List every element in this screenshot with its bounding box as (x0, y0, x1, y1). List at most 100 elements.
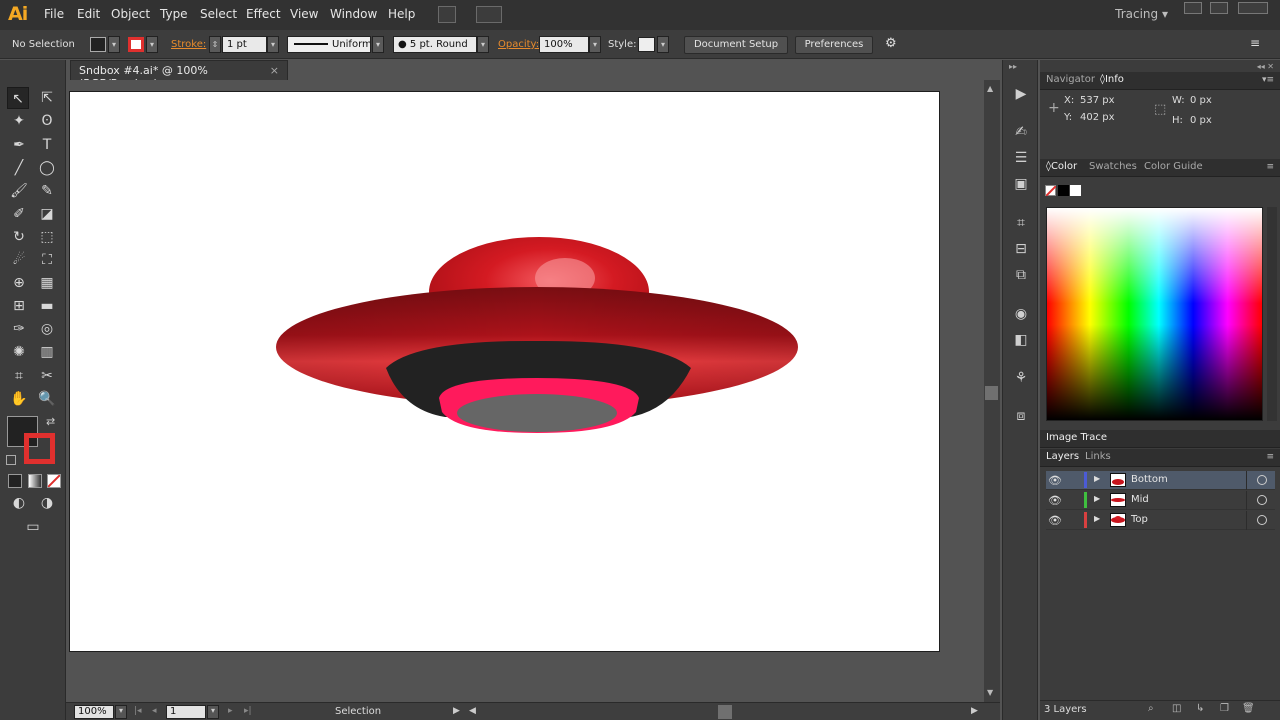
tab-color-guide[interactable]: Color Guide (1144, 161, 1203, 172)
layer-target-icon[interactable] (1257, 495, 1267, 505)
make-clipping-mask-icon[interactable]: ◫ (1172, 703, 1181, 714)
layer-row-mid[interactable]: 👁 ▶ Mid (1046, 491, 1275, 510)
stroke-dropdown[interactable]: ▾ (146, 36, 158, 53)
shape-builder-tool-icon[interactable]: ⊕ (8, 272, 30, 294)
opacity-field[interactable]: 100% (539, 36, 589, 53)
magic-wand-tool-icon[interactable]: ✦ (8, 110, 30, 132)
gradient-tool-icon[interactable]: ▬ (36, 295, 58, 317)
selection-tool-icon[interactable]: ↖ (7, 87, 29, 109)
opacity-label[interactable]: Opacity: (498, 39, 539, 50)
line-tool-icon[interactable]: ╱ (8, 157, 30, 179)
zoom-field[interactable]: 100% (74, 705, 114, 719)
vertical-scrollbar[interactable]: ▲ ▼ (984, 80, 1000, 702)
color-panel-menu-icon[interactable]: ≡ (1266, 162, 1274, 172)
arrange-documents-icon[interactable] (476, 6, 502, 23)
hscroll-right-icon[interactable]: ▶ (971, 706, 978, 716)
preferences-button[interactable]: Preferences (795, 36, 873, 54)
layer-row-bottom[interactable]: 👁 ▶ Bottom (1046, 471, 1275, 490)
graphic-styles-icon[interactable]: ◧ (1011, 330, 1031, 350)
ellipse-tool-icon[interactable]: ◯ (36, 157, 58, 179)
layer-row-top[interactable]: 👁 ▶ Top (1046, 511, 1275, 530)
stroke-panel-icon[interactable]: ☰ (1011, 148, 1031, 168)
default-colors-icon[interactable] (6, 455, 16, 465)
delete-layer-icon[interactable]: 🗑 (1242, 703, 1255, 714)
pencil-tool-icon[interactable]: ✎ (36, 180, 58, 202)
paintbrush-tool-icon[interactable]: 🖌 (8, 180, 30, 202)
scroll-thumb[interactable] (985, 386, 998, 400)
info-panel-menu-icon[interactable]: ▾≡ (1262, 75, 1274, 85)
artboard-number-field[interactable]: 1 (166, 705, 206, 719)
zoom-dropdown[interactable]: ▾ (115, 705, 127, 719)
first-artboard-icon[interactable]: |◂ (134, 706, 142, 716)
maximize-button[interactable] (1210, 2, 1228, 14)
tab-links[interactable]: Links (1085, 451, 1111, 462)
arrange-icon[interactable]: ⚙ (885, 36, 897, 51)
new-layer-icon[interactable]: ❐ (1220, 703, 1229, 714)
fill-swatch[interactable] (90, 37, 106, 52)
bridge-icon[interactable] (438, 6, 456, 23)
tab-navigator[interactable]: Navigator (1046, 74, 1095, 85)
gradient-mode-icon[interactable] (28, 474, 42, 488)
artboard-dropdown[interactable]: ▾ (207, 705, 219, 719)
layer-target-icon[interactable] (1257, 475, 1267, 485)
hand-tool-icon[interactable]: ✋ (8, 388, 30, 410)
zoom-tool-icon[interactable]: 🔍 (36, 388, 58, 410)
prev-artboard-icon[interactable]: ◂ (152, 706, 157, 716)
pen-tool-icon[interactable]: ✒ (8, 134, 30, 156)
stroke-stepper[interactable]: ⇕ (209, 36, 221, 53)
stroke-swatch[interactable] (128, 37, 144, 52)
brush-dropdown[interactable]: ▾ (477, 36, 489, 53)
symbol-sprayer-tool-icon[interactable]: ✺ (8, 341, 30, 363)
blob-brush-tool-icon[interactable]: ✐ (8, 203, 30, 225)
new-sublayer-icon[interactable]: ↳ (1196, 703, 1204, 714)
eraser-tool-icon[interactable]: ◪ (36, 203, 58, 225)
tab-info[interactable]: ◊Info (1100, 74, 1124, 85)
black-color-icon[interactable] (1058, 185, 1069, 196)
scroll-up-icon[interactable]: ▲ (987, 84, 993, 93)
workspace-switcher[interactable]: Tracing ▾ (1115, 7, 1168, 21)
visibility-eye-icon[interactable]: 👁 (1048, 474, 1062, 487)
swap-colors-icon[interactable]: ⇄ (46, 415, 55, 428)
scale-tool-icon[interactable]: ⬚ (36, 226, 58, 248)
last-artboard-icon[interactable]: ▸| (244, 706, 252, 716)
brushes-icon[interactable]: ✍ (1011, 122, 1031, 142)
expand-triangle-icon[interactable]: ▶ (1094, 474, 1100, 483)
pathfinder-panel-icon[interactable]: ⧉ (1011, 265, 1031, 285)
none-mode-icon[interactable] (47, 474, 61, 488)
style-swatch[interactable] (638, 37, 655, 52)
menu-select[interactable]: Select (200, 7, 237, 21)
direct-selection-tool-icon[interactable]: ⇱ (36, 87, 58, 109)
minimize-button[interactable] (1184, 2, 1202, 14)
visibility-eye-icon[interactable]: 👁 (1048, 514, 1062, 527)
layer-target-icon[interactable] (1257, 515, 1267, 525)
stroke-label[interactable]: Stroke: (171, 39, 206, 50)
color-mode-icon[interactable] (8, 474, 22, 488)
graph-tool-icon[interactable]: ▥ (36, 341, 58, 363)
collapse-panels-icon[interactable]: ◂◂ ✕ (1257, 62, 1274, 71)
hscroll-left-icon[interactable]: ◀ (469, 706, 476, 716)
actions-icon[interactable]: ▶ (1011, 84, 1031, 104)
color-scrollbar[interactable] (1267, 207, 1277, 421)
mesh-tool-icon[interactable]: ⊞ (8, 295, 30, 317)
artboard-tool-icon[interactable]: ⌗ (8, 365, 30, 387)
white-color-icon[interactable] (1070, 185, 1081, 196)
menu-file[interactable]: File (44, 7, 64, 21)
artboard[interactable] (69, 91, 940, 652)
menu-effect[interactable]: Effect (246, 7, 281, 21)
brush-field[interactable]: ● 5 pt. Round (393, 36, 477, 53)
menu-window[interactable]: Window (330, 7, 377, 21)
status-menu-icon[interactable]: ▶ (453, 706, 460, 716)
type-tool-icon[interactable]: T (36, 134, 58, 156)
close-tab-icon[interactable]: × (270, 64, 279, 77)
control-menu-icon[interactable]: ≡ (1250, 36, 1260, 50)
color-spectrum[interactable] (1046, 207, 1263, 421)
menu-type[interactable]: Type (160, 7, 188, 21)
none-color-icon[interactable] (1045, 185, 1057, 197)
screen-mode-icon[interactable]: ▭ (22, 516, 44, 538)
symbols-panel-icon[interactable]: ⚘ (1011, 368, 1031, 388)
layers-panel-menu-icon[interactable]: ≡ (1266, 452, 1274, 462)
free-transform-tool-icon[interactable]: ⛶ (36, 249, 58, 271)
lasso-tool-icon[interactable]: ʘ (36, 110, 58, 132)
expand-triangle-icon[interactable]: ▶ (1094, 514, 1100, 523)
scroll-down-icon[interactable]: ▼ (987, 688, 993, 697)
